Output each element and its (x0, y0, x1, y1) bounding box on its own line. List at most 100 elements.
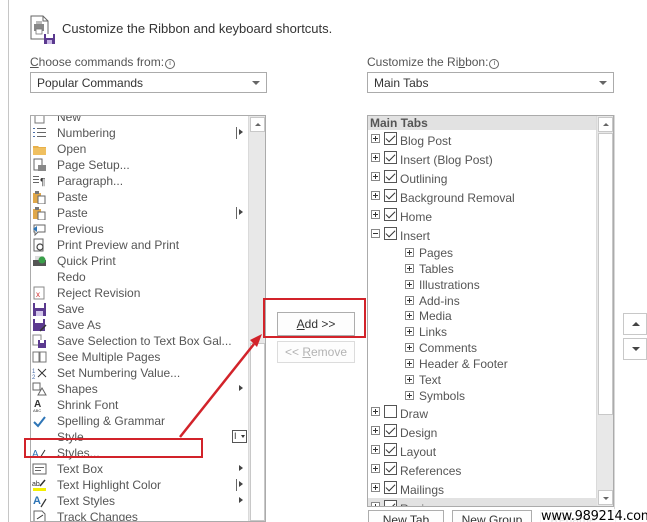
command-item[interactable]: Open (31, 141, 249, 157)
remove-button[interactable]: << Remove (277, 341, 355, 363)
command-item[interactable]: Save Selection to Text Box Gal... (31, 333, 249, 349)
ribbon-tabs-tree[interactable]: Main Tabs Blog Post Insert (Blog Post) Out… (367, 115, 614, 507)
command-item[interactable]: 1 2 Set Numbering Value... (31, 365, 249, 381)
group-item[interactable]: Add-ins (368, 292, 597, 308)
tab-checkbox[interactable] (384, 480, 397, 494)
command-item[interactable]: ab Text Highlight Color (31, 477, 249, 493)
group-item[interactable]: Text (368, 371, 597, 387)
tab-checkbox[interactable] (384, 189, 397, 202)
expand-icon[interactable] (371, 153, 380, 162)
group-item[interactable]: Links (368, 323, 597, 339)
tab-item[interactable]: Blog Post (368, 130, 597, 149)
expand-icon[interactable] (405, 390, 414, 400)
tab-item[interactable]: References (368, 460, 597, 479)
group-item[interactable]: Tables (368, 260, 597, 276)
command-item[interactable]: Save (31, 301, 249, 317)
tab-item[interactable]: Design (368, 422, 597, 441)
expand-icon[interactable] (405, 374, 414, 384)
command-item[interactable]: Numbering (31, 125, 249, 141)
command-item[interactable]: See Multiple Pages (31, 349, 249, 365)
commands-scrollbar[interactable] (248, 116, 265, 521)
command-item[interactable]: Print Preview and Print (31, 237, 249, 253)
expand-icon[interactable] (405, 248, 414, 257)
expand-icon[interactable] (371, 134, 380, 143)
tab-item[interactable]: Draw (368, 403, 597, 422)
expand-icon[interactable] (405, 263, 414, 273)
expand-icon[interactable] (405, 343, 414, 353)
scroll-up-button[interactable] (250, 117, 265, 132)
command-item[interactable]: Quick Print (31, 253, 249, 269)
new-group-button[interactable]: New Group (452, 510, 532, 522)
command-item[interactable]: Track Changes (31, 509, 249, 521)
command-item[interactable]: Previous (31, 221, 249, 237)
command-item[interactable]: A Styles... (31, 445, 249, 461)
command-item[interactable]: Page Setup... (31, 157, 249, 173)
expand-icon[interactable] (371, 406, 380, 416)
tab-item[interactable]: Insert (368, 225, 597, 244)
command-item[interactable]: Text Box (31, 461, 249, 477)
customize-ribbon-dropdown[interactable]: Main Tabs (367, 72, 614, 93)
tab-checkbox[interactable] (384, 404, 397, 418)
add-button[interactable]: Add >> (277, 312, 355, 336)
tab-checkbox[interactable] (384, 132, 397, 145)
expand-icon[interactable] (371, 425, 380, 435)
expand-icon[interactable] (405, 327, 414, 337)
group-item[interactable]: Pages (368, 244, 597, 260)
command-item[interactable]: New (31, 116, 249, 125)
command-item[interactable]: ¶ Paragraph... (31, 173, 249, 189)
command-item[interactable]: Redo (31, 269, 249, 285)
collapse-icon[interactable] (371, 229, 380, 238)
expand-icon[interactable] (371, 191, 380, 200)
scroll-down-button[interactable] (598, 490, 613, 505)
move-down-button[interactable] (623, 338, 647, 360)
tab-checkbox[interactable] (384, 151, 397, 164)
tab-checkbox[interactable] (384, 227, 397, 240)
tab-item[interactable]: Review (368, 497, 597, 506)
ribbon-tree-scrollbar[interactable] (596, 116, 613, 506)
tab-checkbox[interactable] (384, 442, 397, 456)
command-item[interactable]: x Reject Revision (31, 285, 249, 301)
group-item[interactable]: Header & Footer (368, 355, 597, 371)
choose-commands-dropdown[interactable]: Popular Commands (30, 72, 267, 93)
command-item[interactable]: Shapes (31, 381, 249, 397)
scrollbar-thumb[interactable] (250, 343, 265, 521)
expand-icon[interactable] (371, 172, 380, 181)
tab-item[interactable]: Background Removal (368, 187, 597, 206)
tab-checkbox[interactable] (384, 423, 397, 437)
tab-item[interactable]: Insert (Blog Post) (368, 149, 597, 168)
expand-icon[interactable] (405, 311, 414, 321)
tab-item[interactable]: Outlining (368, 168, 597, 187)
command-item[interactable]: A Text Styles (31, 493, 249, 509)
expand-icon[interactable] (371, 463, 380, 473)
expand-icon[interactable] (405, 295, 414, 305)
command-item[interactable]: Spelling & Grammar (31, 413, 249, 429)
tab-checkbox[interactable] (384, 208, 397, 221)
expand-icon[interactable] (371, 482, 380, 492)
tab-checkbox[interactable] (384, 170, 397, 183)
command-item[interactable]: Style I (31, 429, 249, 445)
move-up-button[interactable] (623, 313, 647, 335)
tab-item[interactable]: Mailings (368, 479, 597, 498)
expand-icon[interactable] (371, 444, 380, 454)
print-preview-icon (32, 238, 47, 252)
command-item[interactable]: Paste (31, 205, 249, 221)
expand-icon[interactable] (405, 358, 414, 368)
group-item[interactable]: Comments (368, 339, 597, 355)
expand-icon[interactable] (371, 501, 380, 506)
tab-item[interactable]: Layout (368, 441, 597, 460)
tab-item[interactable]: Home (368, 206, 597, 225)
command-item[interactable]: Paste (31, 189, 249, 205)
new-tab-button[interactable]: New Tab (368, 510, 444, 522)
command-item[interactable]: A ABC Shrink Font (31, 397, 249, 413)
tab-checkbox[interactable] (384, 499, 397, 506)
expand-icon[interactable] (371, 210, 380, 219)
group-item[interactable]: Symbols (368, 387, 597, 403)
scrollbar-thumb[interactable] (598, 133, 613, 415)
expand-icon[interactable] (405, 279, 414, 289)
tab-checkbox[interactable] (384, 461, 397, 475)
commands-list[interactable]: New Numbering Open Page Setup... ¶ Paragraph.… (30, 115, 266, 522)
scroll-up-button[interactable] (598, 117, 613, 132)
group-item[interactable]: Media (368, 307, 597, 323)
command-item[interactable]: Save As (31, 317, 249, 333)
group-item[interactable]: Illustrations (368, 276, 597, 292)
